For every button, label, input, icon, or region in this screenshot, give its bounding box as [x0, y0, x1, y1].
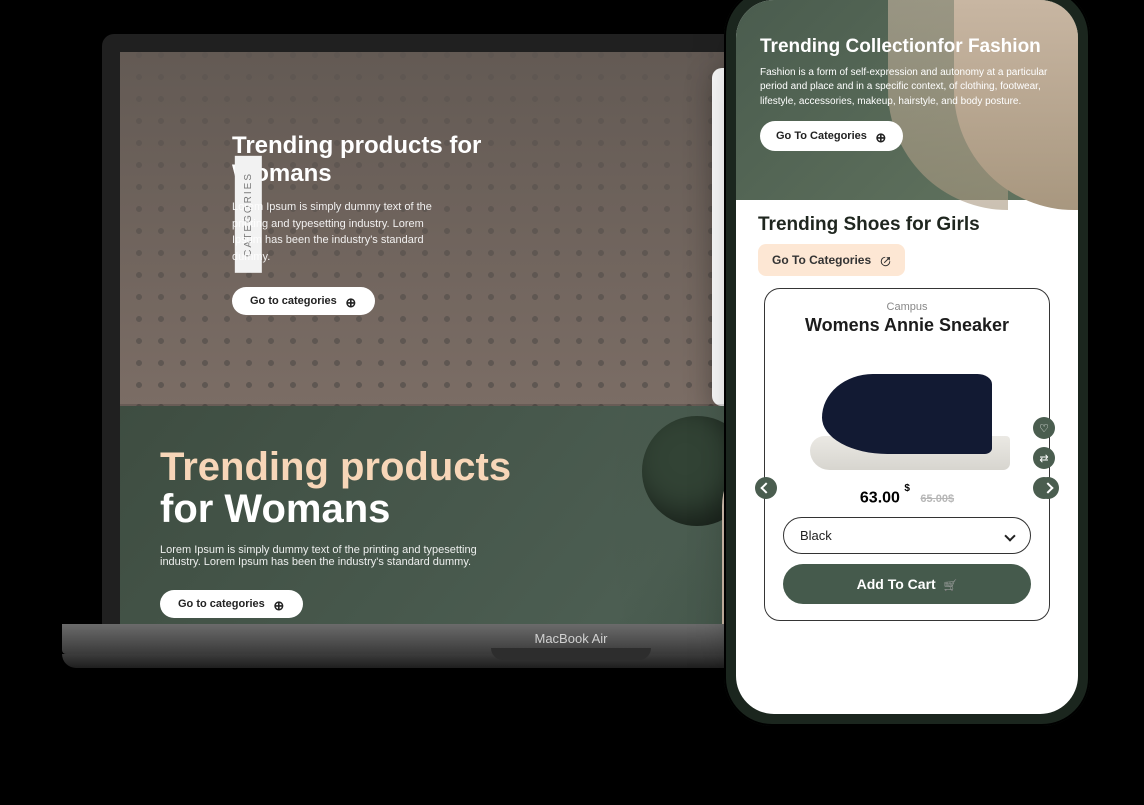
trend-card-body: Lorem Ipsum is simply dummy text of the … — [232, 199, 452, 265]
currency-suffix: $ — [904, 483, 910, 494]
button-label: Go to categories — [250, 295, 337, 307]
compare-icon — [1039, 452, 1048, 465]
product-price: 63.00 $ 65.00$ — [783, 488, 1031, 507]
brand-name: Campus — [783, 301, 1031, 313]
exit-icon — [879, 254, 891, 266]
trending-shoes-section: Trending Shoes for Girls Go To Categorie… — [736, 200, 1078, 621]
heart-icon — [1039, 422, 1049, 435]
hero-body: Lorem Ipsum is simply dummy text of the … — [160, 544, 520, 568]
phone-hero-body: Fashion is a form of self-expression and… — [760, 66, 1054, 110]
hero-line2: for Womans — [160, 487, 390, 531]
phone-screen: Trending Collectionfor Fashion Fashion i… — [736, 0, 1078, 714]
button-label: Go To Categories — [776, 130, 867, 142]
carousel-next[interactable] — [1037, 477, 1059, 499]
section-cta[interactable]: Go To Categories — [758, 244, 905, 276]
variant-select[interactable]: Black — [783, 517, 1031, 554]
chevron-down-icon — [1004, 530, 1015, 541]
globe-icon — [273, 598, 285, 610]
carousel-prev[interactable] — [755, 477, 777, 499]
trend-card: Trending products for Womans Lorem Ipsum… — [232, 68, 534, 406]
go-to-categories-button[interactable]: Go to categories — [232, 287, 375, 315]
button-label: Add To Cart — [857, 576, 936, 592]
shoe-image — [802, 344, 1012, 484]
product-title: Womens Annie Sneaker — [783, 315, 1031, 336]
price-value: 63.00 — [860, 489, 900, 506]
product-card-shoe: Campus Womens Annie Sneaker 63.00 $ 65.0… — [764, 288, 1050, 621]
trend-card-title: Trending products for Womans — [232, 132, 534, 187]
add-to-cart-button[interactable]: Add To Cart — [783, 564, 1031, 604]
phone-device: Trending Collectionfor Fashion Fashion i… — [724, 0, 1090, 726]
compare-at-price: 65.00$ — [920, 493, 954, 505]
hero-go-to-categories-button[interactable]: Go to categories — [160, 590, 303, 618]
globe-icon — [345, 295, 357, 307]
wishlist-button[interactable] — [1033, 417, 1055, 439]
button-label: Go to categories — [178, 598, 265, 610]
phone-hero-title: Trending Collectionfor Fashion — [760, 36, 1054, 58]
phone-hero: Trending Collectionfor Fashion Fashion i… — [736, 0, 1078, 200]
shoe-upper — [822, 374, 992, 454]
chevron-left-icon — [760, 482, 771, 493]
laptop-notch — [491, 648, 651, 660]
globe-icon — [875, 130, 887, 142]
chevron-right-icon — [1042, 482, 1053, 493]
section-title: Trending Shoes for Girls — [758, 214, 1056, 236]
button-label: Go To Categories — [772, 253, 871, 267]
compare-button[interactable] — [1033, 447, 1055, 469]
left-rail: CATEGORIES — [160, 68, 218, 406]
cart-icon — [944, 576, 958, 592]
select-value: Black — [800, 528, 832, 543]
phone-hero-cta[interactable]: Go To Categories — [760, 121, 903, 151]
